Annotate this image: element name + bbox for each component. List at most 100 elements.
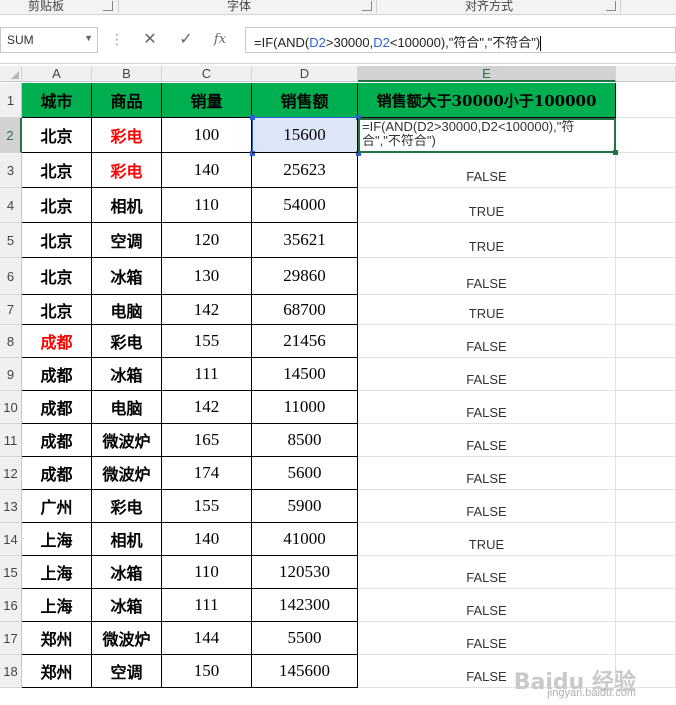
cell-d3[interactable]: 25623 — [252, 153, 358, 188]
cell-f1[interactable] — [616, 83, 676, 118]
cell-d14[interactable]: 41000 — [252, 523, 358, 556]
cell-c6[interactable]: 130 — [162, 258, 252, 295]
column-header-c[interactable]: C — [162, 66, 252, 82]
cell-f12[interactable] — [616, 457, 676, 490]
cell-e17[interactable]: FALSE — [358, 622, 616, 655]
cell-c9[interactable]: 111 — [162, 358, 252, 391]
row-header-9[interactable]: 9 — [0, 358, 22, 391]
cell-e15[interactable]: FALSE — [358, 556, 616, 589]
column-header-empty[interactable] — [616, 66, 676, 82]
cell-c8[interactable]: 155 — [162, 325, 252, 358]
cell-e16[interactable]: FALSE — [358, 589, 616, 622]
cell-a2[interactable]: 北京 — [22, 118, 92, 153]
cell-c4[interactable]: 110 — [162, 188, 252, 223]
cell-b3[interactable]: 彩电 — [92, 153, 162, 188]
cell-e5[interactable]: TRUE — [358, 223, 616, 258]
cell-f13[interactable] — [616, 490, 676, 523]
row-header-4[interactable]: 4 — [0, 188, 22, 223]
cell-b10[interactable]: 电脑 — [92, 391, 162, 424]
cell-b7[interactable]: 电脑 — [92, 295, 162, 325]
row-header-6[interactable]: 6 — [0, 258, 22, 295]
chevron-down-icon[interactable]: ▼ — [84, 33, 93, 43]
cell-a4[interactable]: 北京 — [22, 188, 92, 223]
column-header-a[interactable]: A — [22, 66, 92, 82]
row-header-1[interactable]: 1 — [0, 83, 22, 118]
active-cell-editor[interactable]: =IF(AND(D2>30000,D2<100000),"符合","不符合") — [358, 118, 616, 153]
cell-b11[interactable]: 微波炉 — [92, 424, 162, 457]
cell-e10[interactable]: FALSE — [358, 391, 616, 424]
cell-b4[interactable]: 相机 — [92, 188, 162, 223]
row-header-2[interactable]: 2 — [0, 118, 22, 153]
row-header-7[interactable]: 7 — [0, 295, 22, 325]
row-header-17[interactable]: 17 — [0, 622, 22, 655]
cell-d9[interactable]: 14500 — [252, 358, 358, 391]
cell-a11[interactable]: 成都 — [22, 424, 92, 457]
formula-input[interactable]: =IF(AND(D2>30000,D2<100000),"符合","不符合") — [245, 27, 676, 53]
cell-a13[interactable]: 广州 — [22, 490, 92, 523]
row-header-18[interactable]: 18 — [0, 655, 22, 688]
cell-a5[interactable]: 北京 — [22, 223, 92, 258]
cell-d4[interactable]: 54000 — [252, 188, 358, 223]
cell-e7[interactable]: TRUE — [358, 295, 616, 325]
cell-b18[interactable]: 空调 — [92, 655, 162, 688]
cell-f16[interactable] — [616, 589, 676, 622]
ribbon-group-font[interactable]: 字体 — [227, 0, 251, 14]
cell-d15[interactable]: 120530 — [252, 556, 358, 589]
clipboard-launcher-icon[interactable] — [103, 1, 113, 11]
cell-f5[interactable] — [616, 223, 676, 258]
cell-b14[interactable]: 相机 — [92, 523, 162, 556]
cell-c15[interactable]: 110 — [162, 556, 252, 589]
cell-e8[interactable]: FALSE — [358, 325, 616, 358]
cell-a3[interactable]: 北京 — [22, 153, 92, 188]
insert-function-button[interactable]: fx — [208, 29, 232, 51]
column-header-e[interactable]: E — [358, 66, 616, 82]
cell-c17[interactable]: 144 — [162, 622, 252, 655]
cell-b15[interactable]: 冰箱 — [92, 556, 162, 589]
row-header-16[interactable]: 16 — [0, 589, 22, 622]
cell-c14[interactable]: 140 — [162, 523, 252, 556]
cell-d13[interactable]: 5900 — [252, 490, 358, 523]
cell-c18[interactable]: 150 — [162, 655, 252, 688]
row-header-14[interactable]: 14 — [0, 523, 22, 556]
vertical-dots-icon[interactable]: ⋮ — [110, 31, 124, 48]
cell-c13[interactable]: 155 — [162, 490, 252, 523]
row-header-12[interactable]: 12 — [0, 457, 22, 490]
row-header-3[interactable]: 3 — [0, 153, 22, 188]
select-all-corner[interactable] — [0, 66, 22, 82]
cell-d10[interactable]: 11000 — [252, 391, 358, 424]
row-header-11[interactable]: 11 — [0, 424, 22, 457]
font-launcher-icon[interactable] — [362, 1, 372, 11]
column-header-b[interactable]: B — [92, 66, 162, 82]
cell-b17[interactable]: 微波炉 — [92, 622, 162, 655]
cell-c2[interactable]: 100 — [162, 118, 252, 153]
fill-handle[interactable] — [613, 150, 618, 155]
cell-c3[interactable]: 140 — [162, 153, 252, 188]
row-header-5[interactable]: 5 — [0, 223, 22, 258]
cell-f9[interactable] — [616, 358, 676, 391]
cell-d1[interactable]: 销售额 — [252, 83, 358, 118]
cell-d18[interactable]: 145600 — [252, 655, 358, 688]
cell-e1[interactable]: 销售额大于30000小于100000 — [358, 83, 616, 118]
cell-a16[interactable]: 上海 — [22, 589, 92, 622]
cell-b1[interactable]: 商品 — [92, 83, 162, 118]
cell-a6[interactable]: 北京 — [22, 258, 92, 295]
cell-d7[interactable]: 68700 — [252, 295, 358, 325]
cell-e6[interactable]: FALSE — [358, 258, 616, 295]
cell-c12[interactable]: 174 — [162, 457, 252, 490]
cell-c10[interactable]: 142 — [162, 391, 252, 424]
cell-e4[interactable]: TRUE — [358, 188, 616, 223]
cell-d12[interactable]: 5600 — [252, 457, 358, 490]
cell-e11[interactable]: FALSE — [358, 424, 616, 457]
cell-a10[interactable]: 成都 — [22, 391, 92, 424]
cell-f10[interactable] — [616, 391, 676, 424]
cell-f4[interactable] — [616, 188, 676, 223]
cell-f6[interactable] — [616, 258, 676, 295]
cell-d17[interactable]: 5500 — [252, 622, 358, 655]
cell-f3[interactable] — [616, 153, 676, 188]
cell-d8[interactable]: 21456 — [252, 325, 358, 358]
cell-a9[interactable]: 成都 — [22, 358, 92, 391]
cell-a8[interactable]: 成都 — [22, 325, 92, 358]
cell-d6[interactable]: 29860 — [252, 258, 358, 295]
cell-a1[interactable]: 城市 — [22, 83, 92, 118]
cell-e12[interactable]: FALSE — [358, 457, 616, 490]
